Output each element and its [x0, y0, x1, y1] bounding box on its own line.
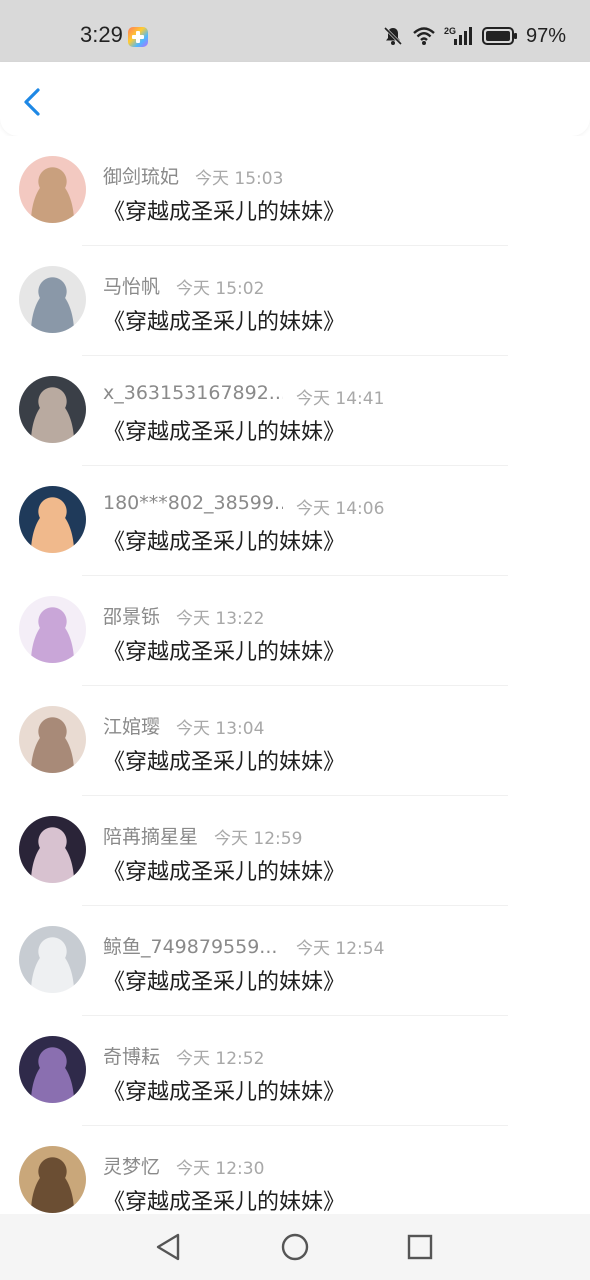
bell-muted-icon: [383, 26, 403, 46]
avatar[interactable]: [19, 926, 86, 993]
user-name: 鲸鱼_749879559...: [103, 936, 278, 958]
timestamp: 今天 15:02: [176, 279, 265, 299]
user-name: 灵梦忆: [103, 1156, 161, 1178]
user-name: 御剑琉妃: [103, 166, 180, 188]
timestamp: 今天 14:06: [296, 499, 385, 519]
nav-back-button[interactable]: [152, 1230, 186, 1264]
list-item[interactable]: 陪苒摘星星 今天 12:59 《穿越成圣采儿的妹妹》: [0, 796, 590, 906]
book-title: 《穿越成圣采儿的妹妹》: [103, 860, 346, 885]
system-nav-bar: [0, 1214, 590, 1280]
avatar[interactable]: [19, 1146, 86, 1213]
book-title: 《穿越成圣采儿的妹妹》: [103, 200, 346, 225]
book-title: 《穿越成圣采儿的妹妹》: [103, 530, 346, 555]
list-item[interactable]: 奇博耘 今天 12:52 《穿越成圣采儿的妹妹》: [0, 1016, 590, 1126]
avatar[interactable]: [19, 1036, 86, 1103]
user-name: 江婠璎: [103, 716, 161, 738]
status-icons: 2G 97%: [382, 24, 566, 48]
avatar[interactable]: [19, 816, 86, 883]
back-triangle-icon: [156, 1233, 180, 1261]
timestamp: 今天 13:22: [176, 609, 265, 629]
list-item[interactable]: x_363153167892... 今天 14:41 《穿越成圣采儿的妹妹》: [0, 356, 590, 466]
timestamp: 今天 12:52: [176, 1049, 265, 1069]
user-name: 邵景铄: [103, 606, 161, 628]
list-item[interactable]: 邵景铄 今天 13:22 《穿越成圣采儿的妹妹》: [0, 576, 590, 686]
list-item[interactable]: 180***802_38599... 今天 14:06 《穿越成圣采儿的妹妹》: [0, 466, 590, 576]
list-item[interactable]: 鲸鱼_749879559... 今天 12:54 《穿越成圣采儿的妹妹》: [0, 906, 590, 1016]
avatar[interactable]: [19, 376, 86, 443]
header-bar: [0, 62, 590, 136]
book-title: 《穿越成圣采儿的妹妹》: [103, 1190, 346, 1214]
timestamp: 今天 12:30: [176, 1159, 265, 1179]
chevron-left-icon: [24, 88, 40, 116]
user-name: 马怡帆: [103, 276, 161, 298]
status-time: 3:29: [80, 22, 123, 47]
timestamp: 今天 13:04: [176, 719, 265, 739]
list-item[interactable]: 马怡帆 今天 15:02 《穿越成圣采儿的妹妹》: [0, 246, 590, 356]
battery-percentage: 97%: [525, 24, 566, 47]
status-bar: 3:29 2G 97%: [0, 0, 590, 62]
book-title: 《穿越成圣采儿的妹妹》: [103, 310, 346, 335]
timestamp: 今天 12:59: [214, 829, 303, 849]
avatar[interactable]: [19, 486, 86, 553]
nav-recents-button[interactable]: [403, 1230, 437, 1264]
timestamp: 今天 14:41: [296, 389, 385, 409]
back-button[interactable]: [16, 82, 50, 122]
battery-icon: [481, 27, 517, 45]
avatar[interactable]: [19, 156, 86, 223]
wifi-icon: [413, 27, 435, 45]
reader-list[interactable]: 御剑琉妃 今天 15:03 《穿越成圣采儿的妹妹》 马怡帆 今天 15:02 《穿越成圣采…: [0, 136, 590, 1214]
avatar[interactable]: [19, 266, 86, 333]
user-name: 180***802_38599...: [103, 492, 283, 514]
user-name: 陪苒摘星星: [103, 826, 199, 848]
list-item[interactable]: 御剑琉妃 今天 15:03 《穿越成圣采儿的妹妹》: [0, 136, 590, 246]
avatar[interactable]: [19, 706, 86, 773]
avatar[interactable]: [19, 596, 86, 663]
book-title: 《穿越成圣采儿的妹妹》: [103, 1080, 346, 1105]
book-title: 《穿越成圣采儿的妹妹》: [103, 750, 346, 775]
signal-icon: 2G: [444, 26, 472, 45]
timestamp: 今天 15:03: [195, 169, 284, 189]
book-title: 《穿越成圣采儿的妹妹》: [103, 640, 346, 665]
recents-square-icon: [407, 1234, 433, 1260]
book-title: 《穿越成圣采儿的妹妹》: [103, 970, 346, 995]
book-title: 《穿越成圣采儿的妹妹》: [103, 420, 346, 445]
list-item[interactable]: 江婠璎 今天 13:04 《穿越成圣采儿的妹妹》: [0, 686, 590, 796]
list-item[interactable]: 灵梦忆 今天 12:30 《穿越成圣采儿的妹妹》: [0, 1126, 590, 1214]
home-circle-icon: [281, 1233, 309, 1261]
app-notification-icon: [128, 27, 148, 47]
timestamp: 今天 12:54: [296, 939, 385, 959]
nav-home-button[interactable]: [278, 1230, 312, 1264]
user-name: 奇博耘: [103, 1046, 161, 1068]
network-type-label: 2G: [444, 26, 456, 36]
user-name: x_363153167892...: [103, 382, 283, 404]
